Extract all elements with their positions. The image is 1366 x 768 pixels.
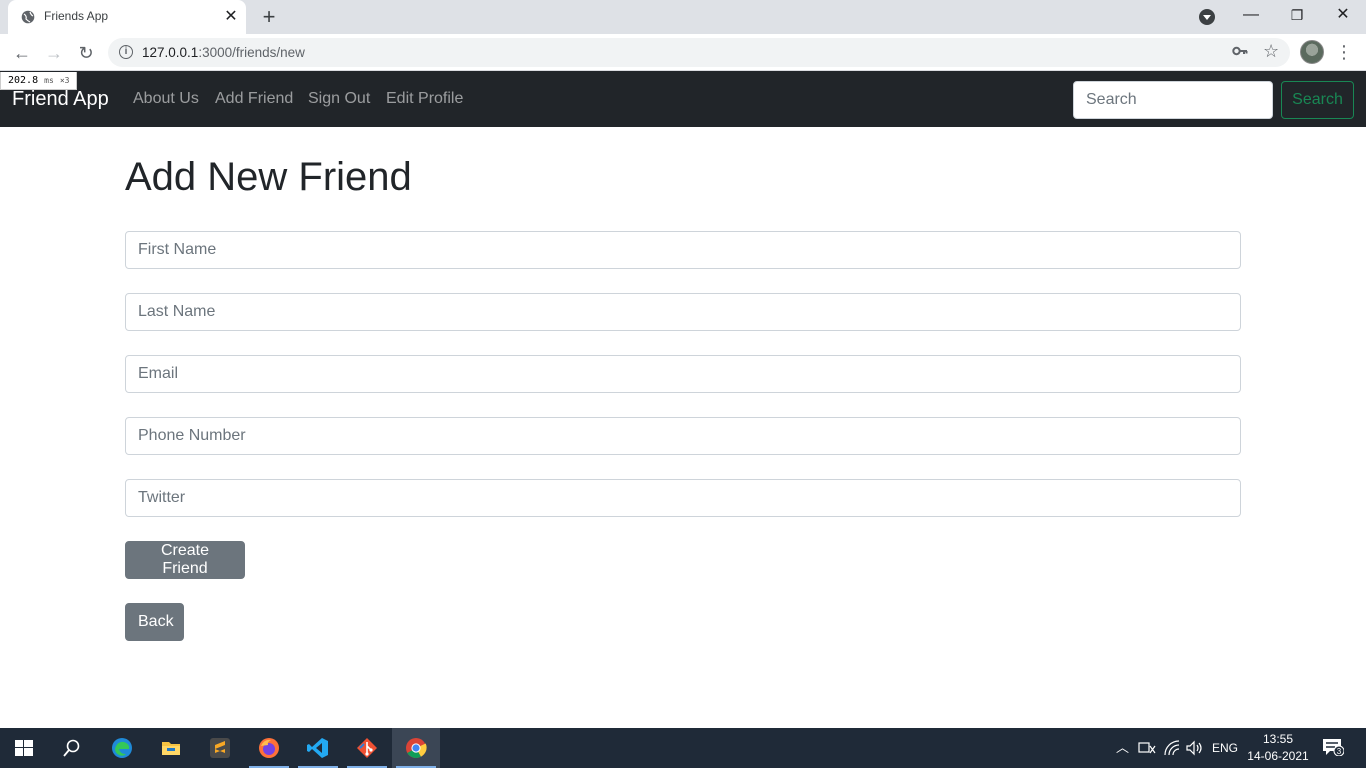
app-navbar: Friend App About Us Add Friend Sign Out … (0, 71, 1366, 127)
forward-icon[interactable]: → (42, 41, 66, 65)
url-text: 127.0.0.1:3000/friends/new (142, 45, 305, 60)
windows-taskbar: ︿ ENG 13:55 14-06-2021 3 (0, 728, 1366, 768)
taskbar-sublime-text[interactable] (196, 728, 244, 768)
perf-unit: ms (44, 76, 54, 85)
url-host: 127.0.0.1 (142, 45, 199, 60)
perf-badge: 202.8 ms ×3 (0, 72, 78, 90)
browser-menu-icon[interactable]: ⋮ (1334, 40, 1354, 64)
page-title: Add New Friend (125, 155, 412, 199)
twitter-field[interactable] (125, 479, 1241, 517)
vscode-icon (307, 738, 328, 758)
search-icon (63, 739, 80, 757)
tab-title: Friends App (44, 9, 109, 23)
browser-toolbar: ← → ↻ i 127.0.0.1:3000/friends/new (0, 34, 1366, 71)
show-hidden-icons-button[interactable]: ︿ (1116, 728, 1129, 768)
file-explorer-icon (162, 742, 180, 755)
notification-count: 3 (1337, 747, 1342, 756)
language-indicator[interactable]: ENG (1212, 728, 1238, 768)
perf-multiplier: ×3 (59, 76, 70, 85)
chrome-icon (406, 738, 427, 758)
volume-icon[interactable] (1186, 740, 1204, 756)
nav-link-sign-out[interactable]: Sign Out (308, 90, 370, 108)
clock-time: 13:55 (1262, 732, 1294, 746)
first-name-field[interactable] (125, 231, 1241, 269)
maximize-button[interactable]: ❐ (1274, 0, 1320, 30)
email-field[interactable] (125, 355, 1241, 393)
clock-date: 14-06-2021 (1247, 749, 1309, 763)
taskbar-firefox[interactable] (245, 728, 293, 768)
back-icon[interactable]: ← (10, 41, 34, 65)
phone-number-field[interactable] (125, 417, 1241, 455)
taskbar-git[interactable] (343, 728, 391, 768)
key-icon[interactable] (1232, 43, 1248, 59)
navbar-search-button[interactable]: Search (1281, 81, 1354, 119)
close-window-button[interactable]: ✕ (1320, 0, 1366, 30)
taskbar-chrome[interactable] (392, 728, 440, 768)
close-tab-icon[interactable]: ✕ (222, 8, 240, 26)
notifications-icon[interactable]: 3 (1322, 738, 1344, 756)
taskbar-search-button[interactable] (48, 728, 96, 768)
tab-search-icon[interactable] (1199, 9, 1215, 25)
profile-avatar[interactable] (1300, 40, 1324, 64)
last-name-field[interactable] (125, 293, 1241, 331)
taskbar-vscode[interactable] (294, 728, 342, 768)
browser-tab-strip: Friends App ✕ + — ❐ ✕ (0, 0, 1366, 34)
nav-link-edit-profile[interactable]: Edit Profile (386, 90, 463, 108)
globe-icon (21, 10, 35, 24)
navbar-search-input[interactable] (1073, 81, 1273, 119)
git-icon (357, 738, 377, 758)
reload-icon[interactable]: ↻ (74, 41, 98, 65)
taskbar-clock[interactable]: 13:55 14-06-2021 (1246, 731, 1310, 765)
browser-tab[interactable]: Friends App ✕ (8, 0, 246, 34)
edge-icon (112, 738, 132, 758)
input-method-icon[interactable] (1138, 740, 1156, 756)
site-info-icon[interactable]: i (119, 45, 133, 59)
start-button[interactable] (0, 728, 48, 768)
start-icon (15, 740, 33, 756)
new-tab-button[interactable]: + (258, 6, 280, 28)
back-button[interactable]: Back (125, 603, 184, 641)
nav-link-add-friend[interactable]: Add Friend (215, 90, 293, 108)
perf-value: 202.8 (8, 75, 39, 86)
address-bar[interactable]: i 127.0.0.1:3000/friends/new (108, 38, 1290, 67)
taskbar-file-explorer[interactable] (147, 728, 195, 768)
bookmark-star-icon[interactable]: ☆ (1263, 41, 1279, 61)
brand-link[interactable]: Friend App (12, 88, 109, 111)
taskbar-edge[interactable] (98, 728, 146, 768)
minimize-button[interactable]: — (1228, 0, 1274, 30)
wifi-icon[interactable] (1163, 740, 1181, 756)
create-friend-button[interactable]: Create Friend (125, 541, 245, 579)
nav-link-about-us[interactable]: About Us (133, 90, 199, 108)
firefox-icon (259, 738, 279, 758)
sublime-text-icon (210, 738, 230, 758)
url-path: :3000/friends/new (198, 45, 305, 60)
